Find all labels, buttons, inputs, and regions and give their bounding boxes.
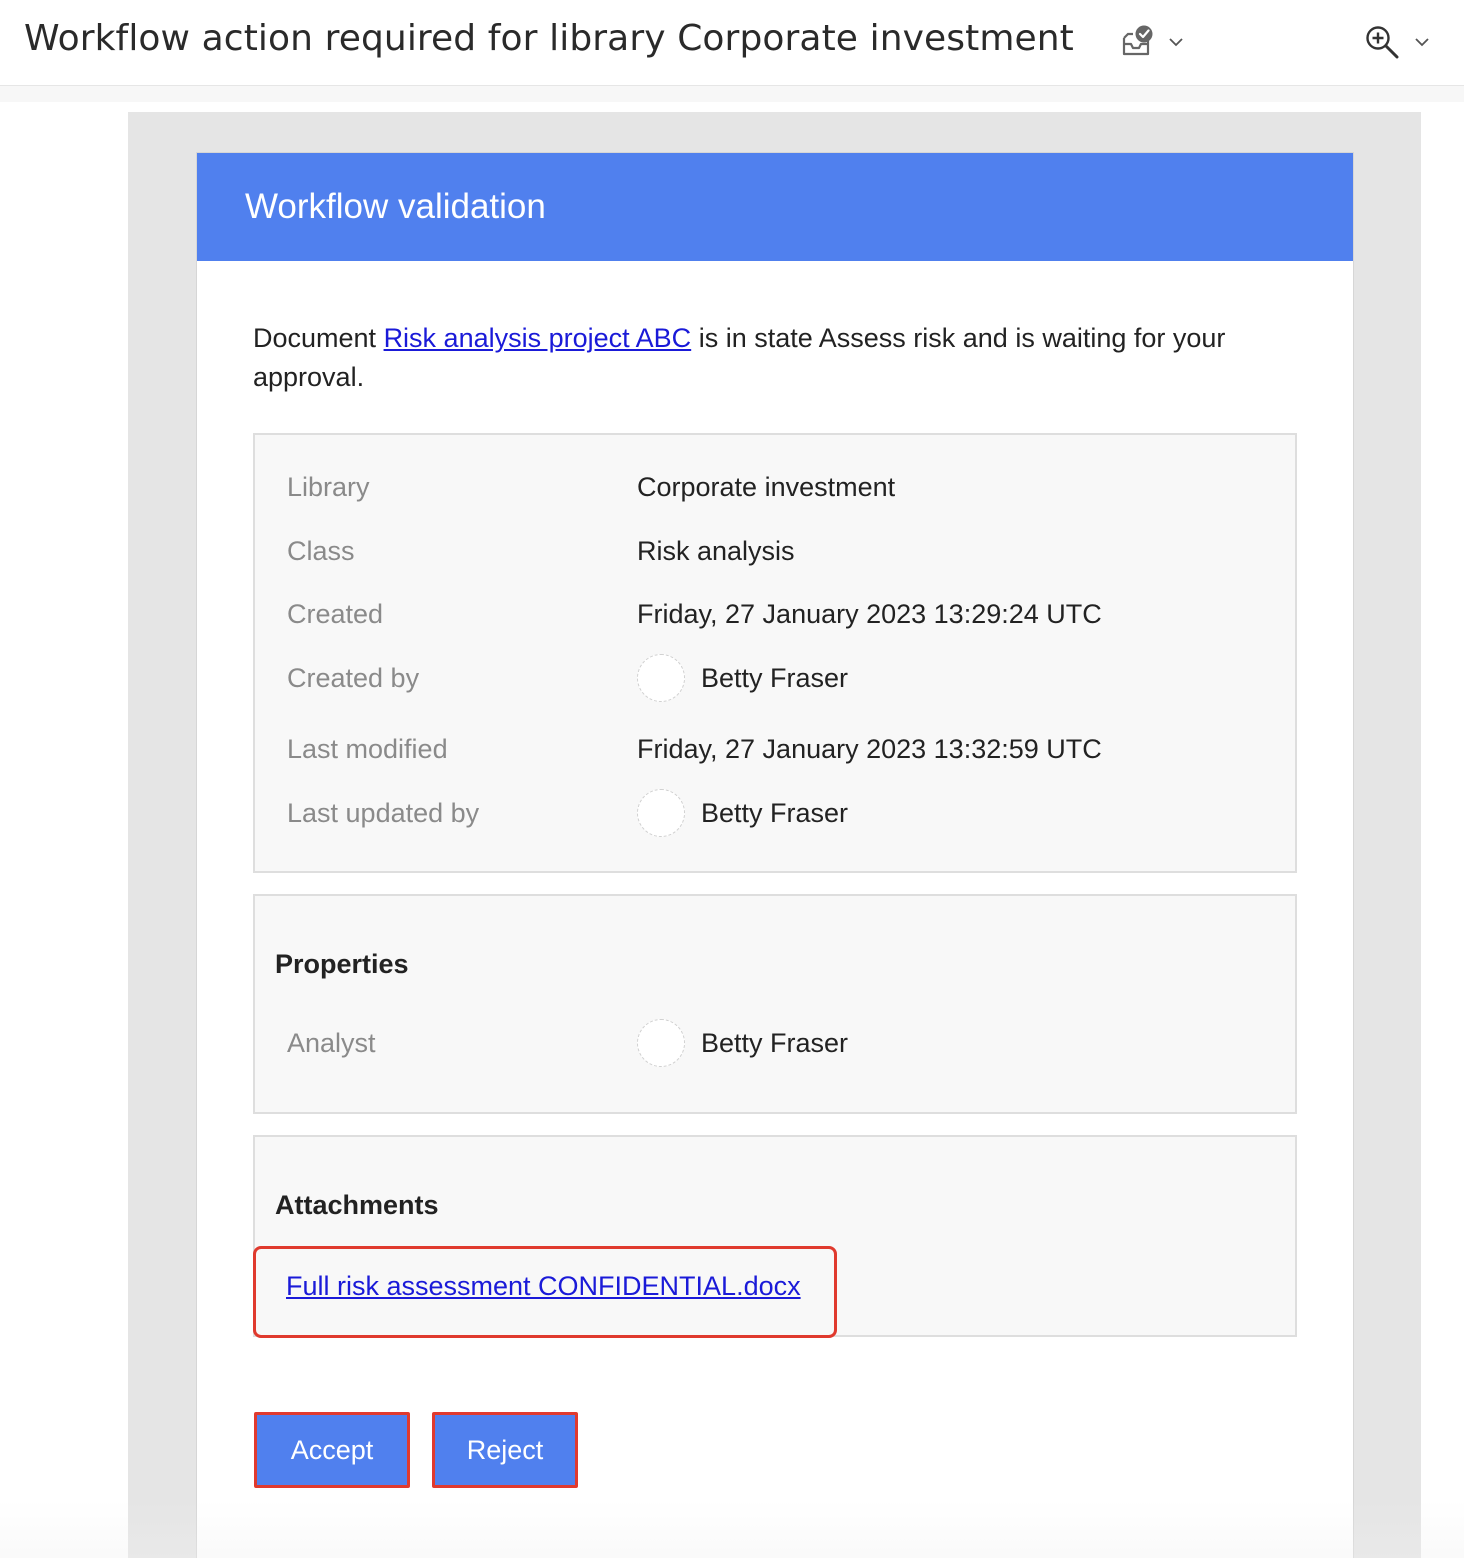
reject-button[interactable]: Reject xyxy=(432,1412,578,1488)
created-by-name: Betty Fraser xyxy=(701,662,849,693)
avatar xyxy=(637,1019,685,1067)
created-value: Friday, 27 January 2023 13:29:24 UTC xyxy=(637,598,1102,629)
workflow-action-menu-button[interactable] xyxy=(1120,20,1184,64)
last-updated-by-name: Betty Fraser xyxy=(701,797,849,828)
property-row-analyst: Analyst Betty Fraser xyxy=(287,1019,848,1067)
meta-row-library: Library Corporate investment xyxy=(287,467,895,507)
accept-button[interactable]: Accept xyxy=(254,1412,410,1488)
created-by-value: Betty Fraser xyxy=(637,654,848,702)
intro-text: Document Risk analysis project ABC is in… xyxy=(253,319,1313,397)
message-subject: Workflow action required for library Cor… xyxy=(24,18,1074,59)
properties-title: Properties xyxy=(275,949,409,979)
last-updated-by-value: Betty Fraser xyxy=(637,789,848,837)
meta-row-created: Created Friday, 27 January 2023 13:29:24… xyxy=(287,594,1102,634)
analyst-value: Betty Fraser xyxy=(637,1019,848,1067)
document-link[interactable]: Risk analysis project ABC xyxy=(384,323,692,353)
message-header: Workflow action required for library Cor… xyxy=(0,0,1464,86)
analyst-name: Betty Fraser xyxy=(701,1027,849,1058)
header-divider xyxy=(0,86,1464,102)
last-modified-value: Friday, 27 January 2023 13:32:59 UTC xyxy=(637,733,1102,764)
last-updated-by-label: Last updated by xyxy=(287,797,480,828)
last-modified-label: Last modified xyxy=(287,733,448,764)
chevron-down-icon xyxy=(1169,38,1183,47)
chevron-down-icon xyxy=(1415,38,1429,47)
attachments-panel: Attachments Full risk assessment CONFIDE… xyxy=(253,1135,1297,1338)
document-metadata-panel: Library Corporate investment Class Risk … xyxy=(253,433,1297,873)
workflow-card: Workflow validation Document Risk analys… xyxy=(196,152,1354,1558)
intro-prefix: Document xyxy=(253,323,384,353)
properties-panel: Properties Analyst Betty Fraser xyxy=(253,894,1297,1114)
analyst-label: Analyst xyxy=(287,1027,376,1058)
meta-row-created-by: Created by Betty Fraser xyxy=(287,654,848,702)
attachment-link[interactable]: Full risk assessment CONFIDENTIAL.docx xyxy=(286,1271,801,1302)
created-by-label: Created by xyxy=(287,662,420,693)
zoom-menu-button[interactable] xyxy=(1364,20,1430,64)
library-value: Corporate investment xyxy=(637,471,896,502)
attachments-title: Attachments xyxy=(275,1190,439,1220)
class-value: Risk analysis xyxy=(637,535,795,566)
meta-row-last-updated-by: Last updated by Betty Fraser xyxy=(287,789,848,837)
message-body: Workflow validation Document Risk analys… xyxy=(128,112,1421,1558)
attachment-highlight: Full risk assessment CONFIDENTIAL.docx xyxy=(253,1246,837,1338)
created-label: Created xyxy=(287,598,384,629)
zoom-in-icon xyxy=(1366,26,1399,59)
avatar xyxy=(637,789,685,837)
avatar xyxy=(637,654,685,702)
meta-row-last-modified: Last modified Friday, 27 January 2023 13… xyxy=(287,729,1102,769)
approval-inbox-icon xyxy=(1122,25,1153,56)
card-title: Workflow validation xyxy=(197,153,1353,261)
class-label: Class xyxy=(287,535,355,566)
library-label: Library xyxy=(287,471,370,502)
meta-row-class: Class Risk analysis xyxy=(287,531,795,571)
